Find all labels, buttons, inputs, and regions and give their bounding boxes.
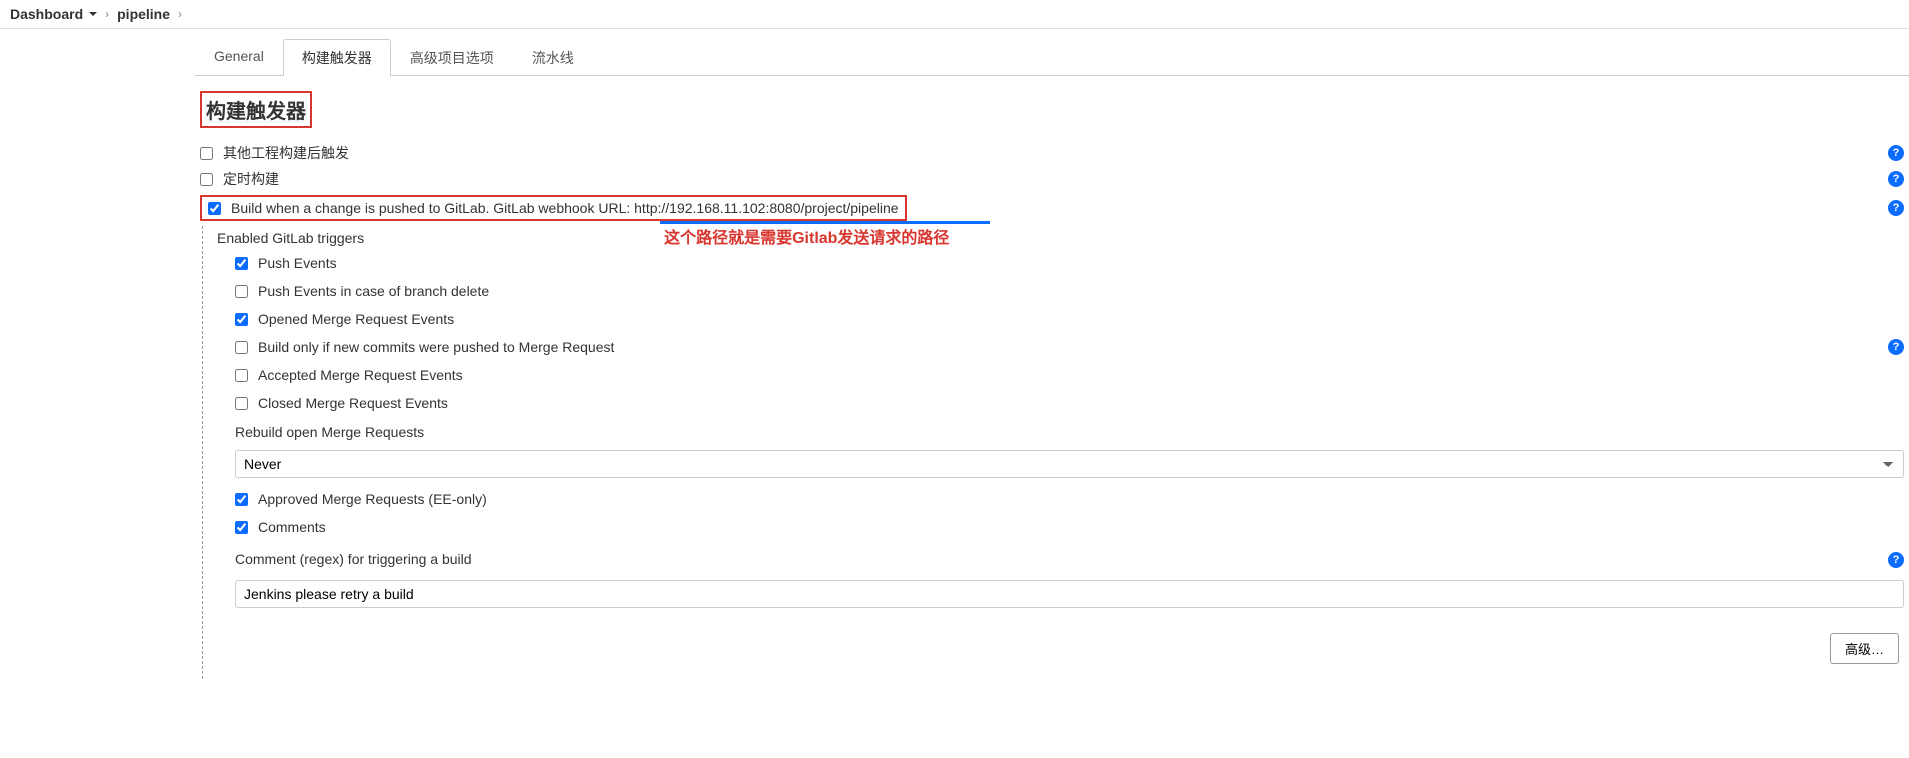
- advanced-button[interactable]: 高级…: [1830, 633, 1899, 664]
- checkbox-accepted-mr[interactable]: [235, 369, 248, 382]
- chevron-right-icon: ›: [105, 7, 109, 21]
- annotation-text: 这个路径就是需要Gitlab发送请求的路径: [664, 224, 949, 248]
- label-enabled-gitlab-triggers: Enabled GitLab triggers: [217, 226, 364, 252]
- checkbox-approved-mr[interactable]: [235, 493, 248, 506]
- section-title-build-triggers: 构建触发器: [200, 91, 312, 128]
- label-comment-regex: Comment (regex) for triggering a build: [235, 547, 472, 573]
- help-icon[interactable]: ?: [1888, 552, 1904, 568]
- checkbox-opened-mr[interactable]: [235, 313, 248, 326]
- label-scheduled-build: 定时构建: [223, 169, 279, 189]
- tab-advanced-options[interactable]: 高级项目选项: [391, 39, 513, 76]
- label-push-delete: Push Events in case of branch delete: [258, 283, 489, 299]
- select-rebuild-open-mr[interactable]: Never: [235, 450, 1904, 478]
- config-tabs: General 构建触发器 高级项目选项 流水线: [195, 39, 1909, 76]
- checkbox-push-delete[interactable]: [235, 285, 248, 298]
- highlight-gitlab-trigger: Build when a change is pushed to GitLab.…: [200, 195, 907, 221]
- label-gitlab-push: Build when a change is pushed to GitLab.…: [231, 200, 899, 216]
- label-after-other-build: 其他工程构建后触发: [223, 143, 349, 163]
- tab-general[interactable]: General: [195, 39, 283, 76]
- checkbox-push-events[interactable]: [235, 257, 248, 270]
- label-accepted-mr: Accepted Merge Request Events: [258, 367, 463, 383]
- checkbox-after-other-build[interactable]: [200, 147, 213, 160]
- checkbox-scheduled-build[interactable]: [200, 173, 213, 186]
- help-icon[interactable]: ?: [1888, 200, 1904, 216]
- checkbox-build-only-new[interactable]: [235, 341, 248, 354]
- label-approved-mr: Approved Merge Requests (EE-only): [258, 491, 487, 507]
- checkbox-comments[interactable]: [235, 521, 248, 534]
- breadcrumb-project[interactable]: pipeline: [117, 6, 170, 22]
- label-comments: Comments: [258, 519, 326, 535]
- checkbox-gitlab-push[interactable]: [208, 202, 221, 215]
- checkbox-closed-mr[interactable]: [235, 397, 248, 410]
- help-icon[interactable]: ?: [1888, 339, 1904, 355]
- chevron-right-icon: ›: [178, 7, 182, 21]
- input-comment-regex[interactable]: [235, 580, 1904, 608]
- label-push-events: Push Events: [258, 255, 337, 271]
- breadcrumb-dashboard[interactable]: Dashboard: [10, 6, 97, 22]
- help-icon[interactable]: ?: [1888, 145, 1904, 161]
- label-build-only-new: Build only if new commits were pushed to…: [258, 339, 614, 355]
- label-rebuild-open-mr: Rebuild open Merge Requests: [235, 420, 1904, 446]
- tab-pipeline[interactable]: 流水线: [513, 39, 593, 76]
- label-opened-mr: Opened Merge Request Events: [258, 311, 454, 327]
- breadcrumb: Dashboard › pipeline ›: [0, 0, 1909, 29]
- label-closed-mr: Closed Merge Request Events: [258, 395, 448, 411]
- tab-build-triggers[interactable]: 构建触发器: [283, 39, 391, 76]
- help-icon[interactable]: ?: [1888, 171, 1904, 187]
